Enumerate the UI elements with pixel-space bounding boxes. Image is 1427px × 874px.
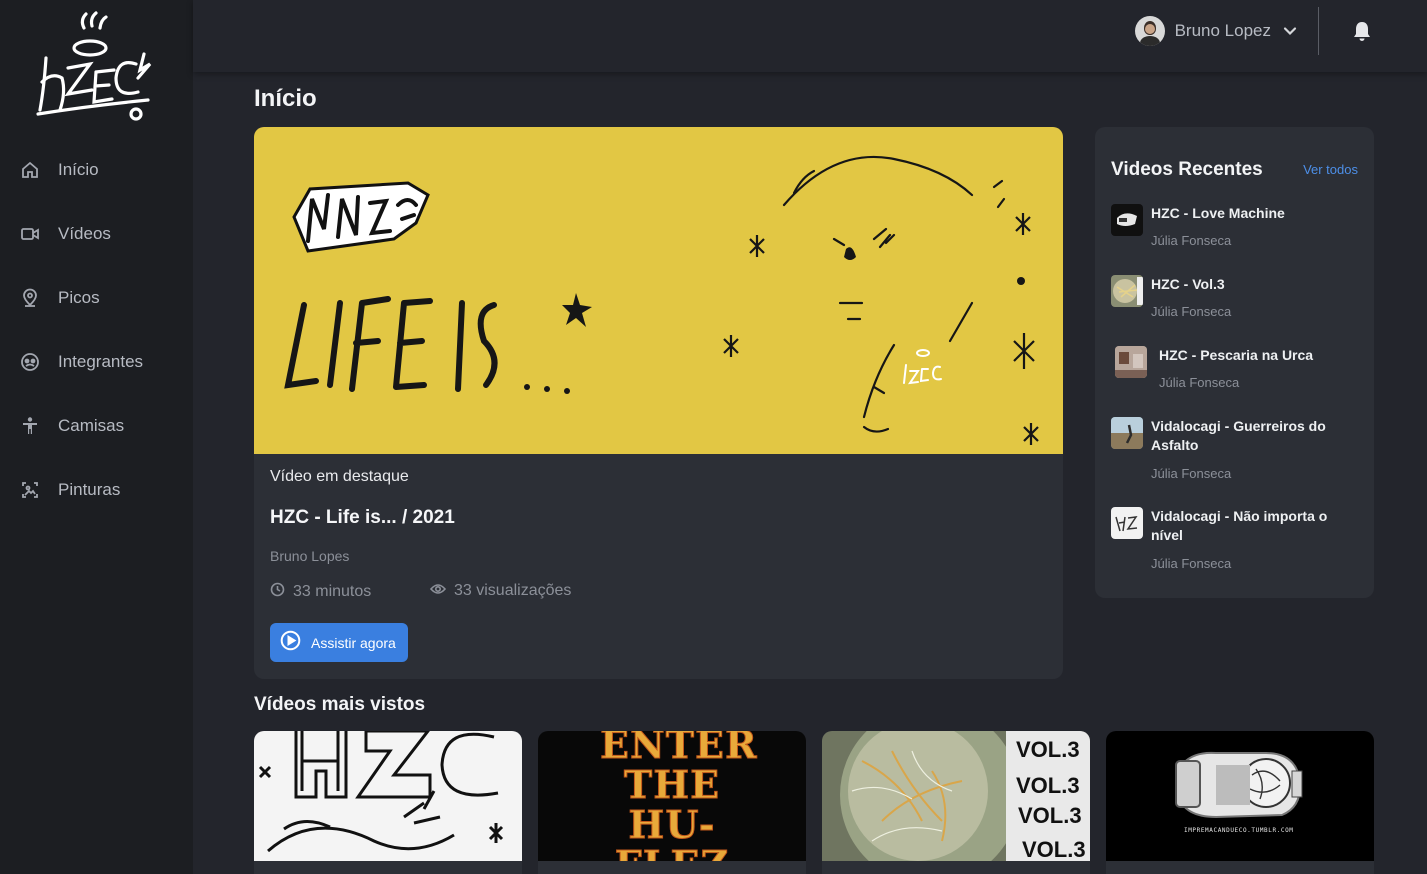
video-thumbnail: ENTER THE HU-FLEZ xyxy=(538,731,806,861)
featured-video-author[interactable]: Bruno Lopes xyxy=(270,548,349,564)
watch-now-button[interactable]: Assistir agora xyxy=(270,623,408,662)
video-card[interactable] xyxy=(254,731,522,874)
group-icon xyxy=(20,352,40,372)
views-meta: 33 visualizações xyxy=(429,582,572,600)
recent-video-item[interactable]: HZC - Love Machine Júlia Fonseca xyxy=(1111,204,1361,249)
recent-video-item[interactable]: Vidalocagi - Guerreiros do Asfalto Júlia… xyxy=(1111,417,1361,482)
map-pin-icon xyxy=(20,288,40,308)
recent-video-item[interactable]: HZC - Pescaria na Urca Júlia Fonseca xyxy=(1111,346,1361,391)
recent-videos-title: Videos Recentes xyxy=(1111,159,1263,180)
see-all-link[interactable]: Ver todos xyxy=(1303,162,1358,177)
recent-video-author: Júlia Fonseca xyxy=(1151,466,1232,481)
video-views: 33 visualizações xyxy=(454,582,572,599)
svg-text:VOL.3: VOL.3 xyxy=(1018,803,1082,828)
featured-video-thumbnail[interactable] xyxy=(254,127,1063,454)
user-menu[interactable]: Bruno Lopez xyxy=(1134,14,1297,48)
svg-text:VOL.3: VOL.3 xyxy=(1022,837,1086,861)
video-thumbnail xyxy=(254,731,522,861)
video-thumbnail xyxy=(1111,204,1143,236)
sidebar-item-picos[interactable]: Picos xyxy=(0,266,193,330)
topbar: Bruno Lopez xyxy=(193,0,1427,72)
video-card[interactable]: IMPREMACANDUECO.TUMBLR.COM xyxy=(1106,731,1374,874)
recent-video-item[interactable]: HZC - Vol.3 Júlia Fonseca xyxy=(1111,275,1361,320)
person-icon xyxy=(20,416,40,436)
recent-video-title: HZC - Pescaria na Urca xyxy=(1159,347,1314,363)
recent-video-title: HZC - Vol.3 xyxy=(1151,276,1225,292)
video-thumbnail-text: IMPREMACANDUECO.TUMBLR.COM xyxy=(1184,827,1294,834)
featured-video-info: Vídeo em destaque HZC - Life is... / 202… xyxy=(254,454,1063,662)
svg-text:VOL.3: VOL.3 xyxy=(1016,737,1080,762)
video-thumbnail-text: ENTER THE HU-FLEZ xyxy=(600,731,758,861)
sidebar-item-videos[interactable]: Vídeos xyxy=(0,202,193,266)
user-name: Bruno Lopez xyxy=(1174,21,1271,40)
video-camera-icon xyxy=(20,224,40,244)
avatar[interactable] xyxy=(1134,16,1165,46)
watch-now-label: Assistir agora xyxy=(311,634,396,651)
topbar-divider xyxy=(1318,7,1319,55)
play-circle-icon xyxy=(280,630,301,656)
recent-video-author: Júlia Fonseca xyxy=(1151,233,1232,248)
video-card[interactable]: VOL.3 VOL.3 VOL.3 VOL.3 xyxy=(822,731,1090,874)
sidebar-item-inicio[interactable]: Início xyxy=(0,138,193,202)
clock-icon xyxy=(270,582,293,602)
sidebar-item-camisas[interactable]: Camisas xyxy=(0,394,193,458)
video-thumbnail xyxy=(1115,346,1147,378)
sidebar: Início Vídeos Picos Integrantes Camisas xyxy=(0,0,193,874)
video-thumbnail: VOL.3 VOL.3 VOL.3 VOL.3 xyxy=(822,731,1090,861)
video-thumbnail: IMPREMACANDUECO.TUMBLR.COM xyxy=(1106,731,1374,861)
sidebar-item-label: Pinturas xyxy=(58,480,121,499)
chevron-down-icon[interactable] xyxy=(1283,24,1297,38)
video-thumbnail xyxy=(1111,417,1143,449)
sidebar-item-label: Início xyxy=(58,160,99,179)
sidebar-item-label: Vídeos xyxy=(58,224,111,243)
sidebar-item-label: Camisas xyxy=(58,416,125,435)
most-viewed-title: Vídeos mais vistos xyxy=(254,694,426,715)
sidebar-item-pinturas[interactable]: Pinturas xyxy=(0,458,193,522)
video-thumbnail xyxy=(1111,275,1143,307)
featured-video-title[interactable]: HZC - Life is... / 2021 xyxy=(270,507,455,529)
recent-video-author: Júlia Fonseca xyxy=(1151,556,1232,571)
recent-video-title: HZC - Love Machine xyxy=(1151,205,1285,221)
page-title: Início xyxy=(254,85,317,112)
duration-meta: 33 minutos xyxy=(270,582,371,602)
sidebar-item-label: Integrantes xyxy=(58,352,144,371)
recent-video-author: Júlia Fonseca xyxy=(1159,375,1240,390)
recent-video-item[interactable]: Vidalocagi - Não importa o nível Júlia F… xyxy=(1111,507,1361,572)
eye-icon xyxy=(429,582,454,600)
svg-text:VOL.3: VOL.3 xyxy=(1016,773,1080,798)
recent-video-title: Vidalocagi - Não importa o nível xyxy=(1151,508,1328,543)
bell-icon[interactable] xyxy=(1352,20,1372,42)
featured-label: Vídeo em destaque xyxy=(270,468,409,485)
sidebar-item-label: Picos xyxy=(58,288,100,307)
sidebar-nav: Início Vídeos Picos Integrantes Camisas xyxy=(0,138,193,522)
recent-videos-panel: Videos Recentes Ver todos HZC - Love Mac… xyxy=(1095,127,1374,598)
sidebar-item-integrantes[interactable]: Integrantes xyxy=(0,330,193,394)
hzc-logo[interactable] xyxy=(32,6,156,128)
video-thumbnail xyxy=(1111,507,1143,539)
recent-video-title: Vidalocagi - Guerreiros do Asfalto xyxy=(1151,418,1326,453)
image-icon xyxy=(20,480,40,500)
featured-video-card: Vídeo em destaque HZC - Life is... / 202… xyxy=(254,127,1063,679)
video-card[interactable]: ENTER THE HU-FLEZ xyxy=(538,731,806,874)
home-icon xyxy=(20,160,40,180)
video-duration: 33 minutos xyxy=(293,583,372,600)
recent-video-author: Júlia Fonseca xyxy=(1151,304,1232,319)
